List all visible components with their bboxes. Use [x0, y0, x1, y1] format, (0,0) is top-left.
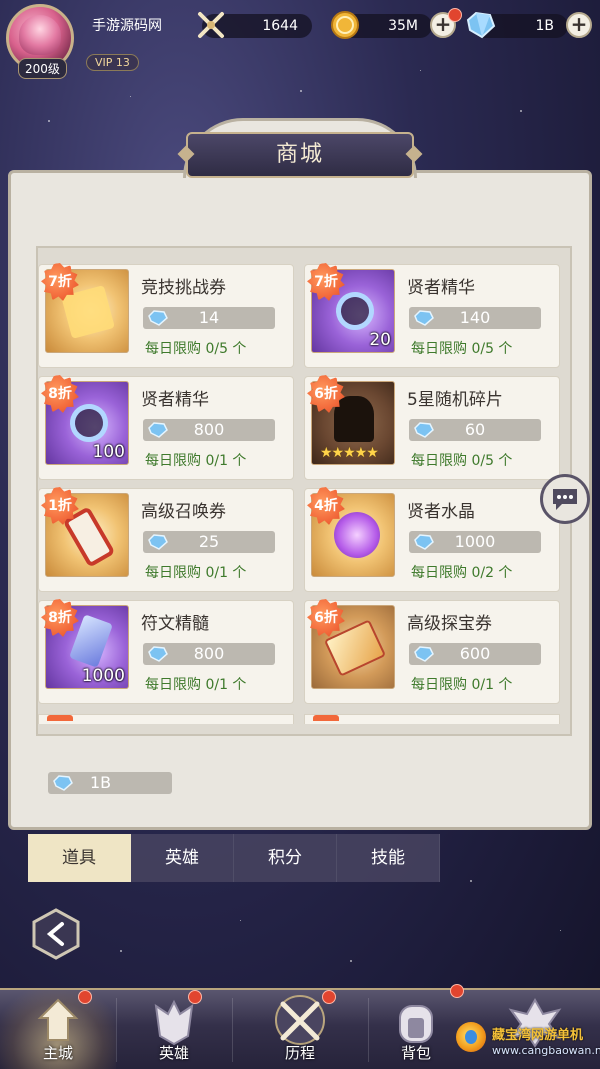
item-name: 符文精髓: [141, 614, 209, 634]
gold-value: 35M: [388, 18, 418, 34]
watermark-url: www.cangbaowan.net: [492, 1044, 600, 1057]
shop-item-card[interactable]: 1折 高级召唤券 25 每日限购 0/1 个: [38, 487, 294, 592]
tab-skills[interactable]: 技能: [337, 834, 440, 882]
purchase-limit: 每日限购 0/1 个: [411, 677, 513, 693]
diamond-balance: 1B: [48, 772, 172, 794]
nav-heroes[interactable]: 英雄: [116, 990, 232, 1069]
shop-item-card[interactable]: ★★★★★ 6折 5星随机碎片 60 每日限购 0/5 个: [304, 375, 560, 480]
purchase-limit: 每日限购 0/1 个: [145, 677, 247, 693]
chat-button[interactable]: [540, 474, 590, 524]
power-value: 1644: [262, 18, 298, 34]
shop-title: 商城: [186, 132, 414, 178]
shop-item-card[interactable]: 4折 贤者水晶 1000 每日限购 0/2 个: [304, 487, 560, 592]
item-price: 600: [409, 643, 541, 665]
item-name: 5星随机碎片: [407, 390, 503, 410]
diamond-balance-value: 1B: [90, 773, 112, 792]
item-price: 25: [143, 531, 275, 553]
item-quantity: 100: [92, 442, 125, 462]
shop-item-card[interactable]: 20 7折 贤者精华 140 每日限购 0/5 个: [304, 263, 560, 368]
top-bar: 200级 手游源码网 VIP 13 1644 35M + 1B +: [0, 0, 600, 80]
purchase-limit: 每日限购 0/5 个: [411, 453, 513, 469]
gold-coin-icon: [331, 11, 359, 39]
item-name: 贤者水晶: [407, 502, 475, 522]
item-price: 800: [143, 419, 275, 441]
diamond-icon: [53, 775, 73, 791]
item-name: 贤者精华: [407, 278, 475, 298]
gold-counter: 35M: [331, 11, 432, 39]
item-quantity: 1000: [81, 666, 125, 686]
shop-category-tabs: 道具 英雄 积分 技能: [28, 834, 440, 882]
shop-item-card-partial[interactable]: [304, 714, 560, 724]
shop-item-card[interactable]: 1000 8折 符文精髓 800 每日限购 0/1 个: [38, 599, 294, 704]
purchase-limit: 每日限购 0/2 个: [411, 565, 513, 581]
purchase-limit: 每日限购 0/1 个: [145, 453, 247, 469]
item-price: 14: [143, 307, 275, 329]
shop-item-card[interactable]: 100 8折 贤者精华 800 每日限购 0/1 个: [38, 375, 294, 480]
crossed-swords-icon: [198, 12, 224, 38]
backpack-icon: [399, 1005, 433, 1043]
avatar-portrait: [19, 15, 61, 55]
purchase-limit: 每日限购 0/5 个: [411, 341, 513, 357]
item-price: 140: [409, 307, 541, 329]
tab-points[interactable]: 积分: [234, 834, 337, 882]
power-counter: 1644: [198, 12, 312, 38]
diamond-icon: [466, 11, 496, 39]
shop-item-card[interactable]: 7折 竞技挑战券 14 每日限购 0/5 个: [38, 263, 294, 368]
site-watermark: 藏宝湾网游单机 www.cangbaowan.net: [452, 1016, 600, 1067]
notification-dot: [448, 8, 462, 22]
nav-main-city[interactable]: 主城: [0, 990, 116, 1069]
tab-heroes[interactable]: 英雄: [131, 834, 234, 882]
notification-dot: [188, 990, 202, 1004]
diamond-counter: 1B: [466, 11, 568, 39]
item-price: 1000: [409, 531, 541, 553]
item-price: 60: [409, 419, 541, 441]
item-name: 贤者精华: [141, 390, 209, 410]
notification-dot: [78, 990, 92, 1004]
player-name: 手游源码网: [92, 18, 162, 34]
nav-journey[interactable]: 历程: [232, 990, 368, 1069]
watermark-logo-icon: [456, 1022, 486, 1052]
player-level-badge: 200级: [18, 58, 67, 79]
shop-item-card-partial[interactable]: [38, 714, 294, 724]
nav-backpack[interactable]: 背包: [368, 984, 464, 1069]
star-rating: ★★★★★: [320, 445, 379, 461]
item-price: 800: [143, 643, 275, 665]
purchase-limit: 每日限购 0/5 个: [145, 341, 247, 357]
castle-icon: [37, 998, 79, 1041]
item-name: 高级召唤券: [141, 502, 226, 522]
purchase-limit: 每日限购 0/1 个: [145, 565, 247, 581]
notification-dot: [322, 990, 336, 1004]
vip-badge[interactable]: VIP 13: [86, 54, 139, 71]
tab-items[interactable]: 道具: [28, 834, 131, 882]
notification-dot: [450, 984, 464, 998]
item-quantity: 20: [369, 330, 391, 350]
watermark-title: 藏宝湾网游单机: [492, 1028, 584, 1043]
side-menu-icon[interactable]: [30, 908, 82, 960]
diamond-value: 1B: [535, 18, 554, 34]
shop-item-card[interactable]: 6折 高级探宝券 600 每日限购 0/1 个: [304, 599, 560, 704]
chat-bubble-icon: [553, 489, 577, 510]
item-name: 高级探宝券: [407, 614, 492, 634]
item-name: 竞技挑战券: [141, 278, 226, 298]
add-diamond-button[interactable]: +: [566, 12, 592, 38]
